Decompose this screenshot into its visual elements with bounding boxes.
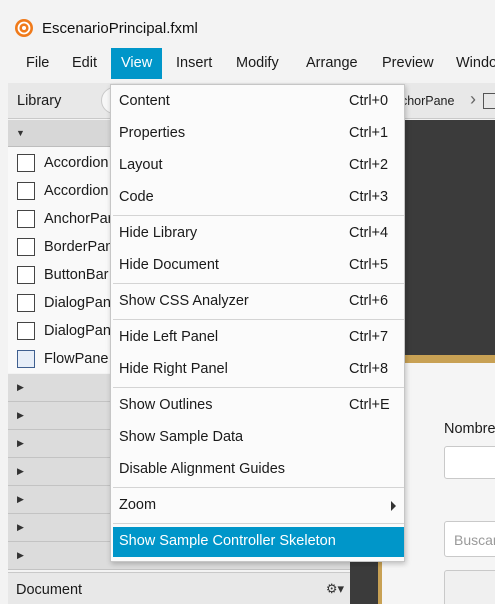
- caret-right-icon: ▶: [17, 550, 24, 560]
- menu-item-shortcut: Ctrl+0: [349, 93, 389, 109]
- flow-pane-icon: [17, 350, 35, 368]
- menu-item-shortcut: Ctrl+6: [349, 293, 389, 309]
- menu-item-shortcut: Ctrl+7: [349, 329, 389, 345]
- menu-arrange[interactable]: Arrange: [296, 48, 368, 79]
- menu-item-shortcut: Ctrl+3: [349, 189, 389, 205]
- library-item-label: FlowPane: [44, 351, 109, 367]
- library-label: Library: [17, 93, 62, 109]
- menu-item-shortcut: Ctrl+E: [349, 397, 390, 413]
- menu-separator: [113, 215, 404, 216]
- menu-item-label: Show Sample Controller Skeleton: [119, 533, 336, 549]
- menu-item-hide-document[interactable]: Hide Document Ctrl+5: [113, 251, 404, 281]
- search-input[interactable]: Buscar: [444, 521, 495, 557]
- menu-separator: [113, 283, 404, 284]
- menu-separator: [113, 387, 404, 388]
- library-item-label: Accordion: [44, 183, 109, 199]
- menu-item-label: Show Outlines: [119, 397, 213, 413]
- menu-item-label: Code: [119, 189, 154, 205]
- menu-item-label: Properties: [119, 125, 186, 141]
- document-icon[interactable]: [483, 93, 495, 109]
- scene-builder-app-icon: [15, 19, 33, 37]
- dialog-pane-icon: [17, 294, 35, 312]
- menu-item-shortcut: Ctrl+4: [349, 225, 389, 241]
- menu-separator: [113, 319, 404, 320]
- caret-right-icon: ▶: [17, 382, 24, 392]
- border-pane-icon: [17, 238, 35, 256]
- library-item-label: DialogPan: [44, 295, 111, 311]
- menu-item-zoom[interactable]: Zoom: [113, 491, 404, 521]
- menu-item-label: Hide Document: [119, 257, 219, 273]
- caret-right-icon: ▶: [17, 522, 24, 532]
- document-header: Document ⚙▾: [8, 572, 350, 604]
- chevron-right-icon: ›: [470, 89, 476, 109]
- menu-item-shortcut: Ctrl+8: [349, 361, 389, 377]
- menu-item-label: Disable Alignment Guides: [119, 461, 286, 477]
- menu-window[interactable]: Windo: [446, 48, 495, 79]
- menu-item-show-css-analyzer[interactable]: Show CSS Analyzer Ctrl+6: [113, 287, 404, 317]
- document-label: Document: [16, 582, 83, 598]
- menu-modify[interactable]: Modify: [226, 48, 289, 79]
- caret-right-icon: ▶: [17, 410, 24, 420]
- form-box[interactable]: [444, 570, 495, 604]
- menu-item-label: Layout: [119, 157, 163, 173]
- library-item-label: AnchorPar: [44, 211, 113, 227]
- accordion-icon: [17, 154, 35, 172]
- menu-separator: [113, 523, 404, 524]
- window-title: EscenarioPrincipal.fxml: [42, 20, 198, 37]
- menu-item-disable-alignment-guides[interactable]: Disable Alignment Guides: [113, 455, 404, 485]
- menu-bar: File Edit View Insert Modify Arrange Pre…: [0, 48, 495, 79]
- menu-edit[interactable]: Edit: [62, 48, 107, 79]
- library-item-label: ButtonBar: [44, 267, 109, 283]
- name-label: Nombre: [444, 421, 495, 437]
- submenu-arrow-icon: [391, 501, 396, 511]
- caret-right-icon: ▶: [17, 466, 24, 476]
- gear-icon[interactable]: ⚙▾: [326, 581, 344, 597]
- menu-view[interactable]: View: [111, 48, 163, 79]
- dialog-pane-icon: [17, 322, 35, 340]
- search-placeholder: Buscar: [454, 532, 495, 548]
- caret-right-icon: ▶: [17, 494, 24, 504]
- menu-item-label: Show Sample Data: [119, 429, 244, 445]
- menu-item-hide-library[interactable]: Hide Library Ctrl+4: [113, 219, 404, 249]
- menu-item-show-outlines[interactable]: Show Outlines Ctrl+E: [113, 391, 404, 421]
- menu-item-label: Zoom: [119, 497, 157, 513]
- menu-item-shortcut: Ctrl+2: [349, 157, 389, 173]
- caret-right-icon: ▶: [17, 438, 24, 448]
- menu-file[interactable]: File: [16, 48, 59, 79]
- menu-item-layout[interactable]: Layout Ctrl+2: [113, 151, 404, 181]
- menu-item-properties[interactable]: Properties Ctrl+1: [113, 119, 404, 149]
- menu-item-shortcut: Ctrl+1: [349, 125, 389, 141]
- accordion-icon: [17, 182, 35, 200]
- menu-item-content[interactable]: Content Ctrl+0: [113, 87, 404, 117]
- library-item-label: BorderPan: [44, 239, 114, 255]
- menu-item-label: Hide Library: [119, 225, 198, 241]
- menu-item-code[interactable]: Code Ctrl+3: [113, 183, 404, 213]
- menu-item-shortcut: Ctrl+5: [349, 257, 389, 273]
- menu-item-show-sample-data[interactable]: Show Sample Data: [113, 423, 404, 453]
- menu-item-hide-left-panel[interactable]: Hide Left Panel Ctrl+7: [113, 323, 404, 353]
- menu-insert[interactable]: Insert: [166, 48, 222, 79]
- menu-item-label: Content: [119, 93, 170, 109]
- anchor-pane-icon: [17, 210, 35, 228]
- title-bar: EscenarioPrincipal.fxml: [0, 0, 495, 48]
- button-bar-icon: [17, 266, 35, 284]
- menu-separator: [113, 487, 404, 488]
- menu-item-show-sample-controller-skeleton[interactable]: Show Sample Controller Skeleton: [113, 527, 404, 557]
- caret-down-icon: ▼: [16, 128, 25, 138]
- view-menu-dropdown: Content Ctrl+0 Properties Ctrl+1 Layout …: [110, 84, 405, 562]
- menu-preview[interactable]: Preview: [372, 48, 444, 79]
- library-item-label: DialogPan: [44, 323, 111, 339]
- menu-item-hide-right-panel[interactable]: Hide Right Panel Ctrl+8: [113, 355, 404, 385]
- menu-item-label: Hide Left Panel: [119, 329, 219, 345]
- name-input[interactable]: [444, 446, 495, 479]
- menu-item-label: Show CSS Analyzer: [119, 293, 249, 309]
- menu-item-label: Hide Right Panel: [119, 361, 228, 377]
- library-item-label: Accordion: [44, 155, 109, 171]
